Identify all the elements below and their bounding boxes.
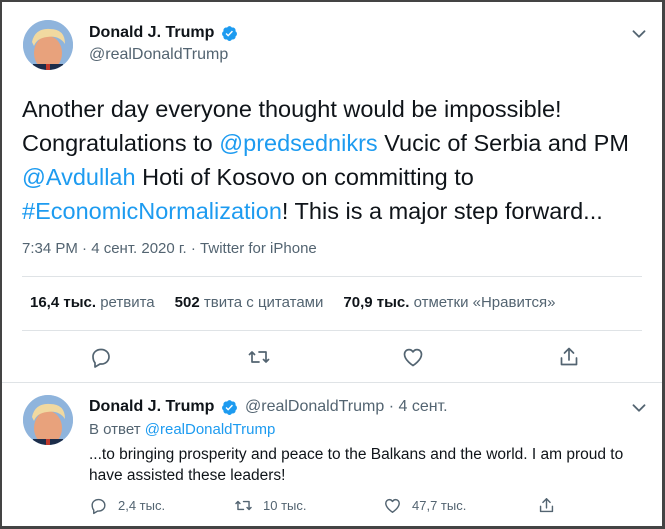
tweet-separator	[2, 382, 662, 383]
tweet-window: Donald J. Trump @realDonaldTrump Another…	[0, 0, 665, 529]
quotes-stat[interactable]: 502 твита с цитатами	[175, 294, 324, 311]
quotes-count: 502	[174, 294, 200, 311]
reply-icon[interactable]	[89, 345, 113, 369]
reply-to-prefix: В ответ	[89, 421, 145, 438]
retweets-label: ретвита	[100, 294, 155, 311]
tweet-stats: 16,4 тыс. ретвита 502 твита с цитатами 70,…	[30, 294, 576, 311]
reply-icon	[91, 498, 106, 515]
author-handle[interactable]: @realDonaldTrump	[89, 46, 228, 64]
likes-stat[interactable]: 70,9 тыс. отметки «Нравится»	[343, 294, 555, 311]
retweet-count: 10 тыс.	[263, 498, 307, 513]
tweet-text-part: Hoti of Kosovo on committing to	[135, 164, 474, 190]
chevron-down-icon[interactable]	[628, 23, 650, 45]
share-icon[interactable]	[557, 345, 581, 369]
chevron-down-icon[interactable]	[628, 397, 650, 419]
source-link[interactable]: Twitter for iPhone	[200, 240, 317, 257]
quotes-label: твита с цитатами	[203, 294, 324, 311]
reply-author-handle-time[interactable]: @realDonaldTrump · 4 сент.	[245, 398, 448, 416]
mention-link[interactable]: @Avdullah	[22, 164, 136, 190]
tweet-text: Another day everyone thought would be im…	[22, 92, 652, 228]
reply-count: 2,4 тыс.	[118, 498, 166, 513]
share-action[interactable]	[537, 496, 566, 515]
retweets-stat[interactable]: 16,4 тыс. ретвита	[30, 294, 155, 311]
reply-author-name[interactable]: Donald J. Trump	[89, 398, 214, 416]
author-name[interactable]: Donald J. Trump	[89, 24, 214, 42]
likes-count: 70,9 тыс.	[343, 294, 410, 311]
tweet-text-part: Vucic of Serbia and PM	[377, 130, 629, 156]
heart-icon[interactable]	[401, 345, 425, 369]
reply-author-avatar[interactable]	[23, 395, 73, 445]
retweet-icon[interactable]	[247, 345, 271, 369]
hashtag-link[interactable]: #EconomicNormalization	[22, 198, 282, 224]
retweet-icon	[235, 500, 252, 511]
reply-to-handle[interactable]: @realDonaldTrump	[145, 421, 276, 438]
verified-badge-icon	[222, 26, 237, 41]
like-count: 47,7 тыс.	[412, 498, 467, 513]
retweets-count: 16,4 тыс.	[30, 294, 97, 311]
reply-action[interactable]: 2,4 тыс.	[89, 496, 165, 515]
tweet-meta: 7:34 PM · 4 сент. 2020 г. · Twitter for …	[22, 240, 317, 257]
like-action[interactable]: 47,7 тыс.	[383, 496, 466, 515]
timestamp[interactable]: 7:34 PM · 4 сент. 2020 г. ·	[22, 240, 200, 257]
reply-text: ...to bringing prosperity and peace to t…	[89, 446, 624, 484]
verified-badge-icon	[222, 400, 237, 415]
reply-to-line: В ответ @realDonaldTrump	[89, 421, 275, 438]
tweet-text-part: ! This is a major step forward...	[281, 198, 603, 224]
retweet-action[interactable]: 10 тыс.	[234, 496, 306, 515]
likes-label: отметки «Нравится»	[413, 294, 556, 311]
share-icon	[539, 498, 554, 513]
mention-link[interactable]: @predsednikrs	[219, 130, 377, 156]
divider	[22, 276, 642, 277]
heart-icon	[385, 498, 400, 513]
divider	[22, 330, 642, 331]
author-avatar[interactable]	[23, 20, 73, 70]
